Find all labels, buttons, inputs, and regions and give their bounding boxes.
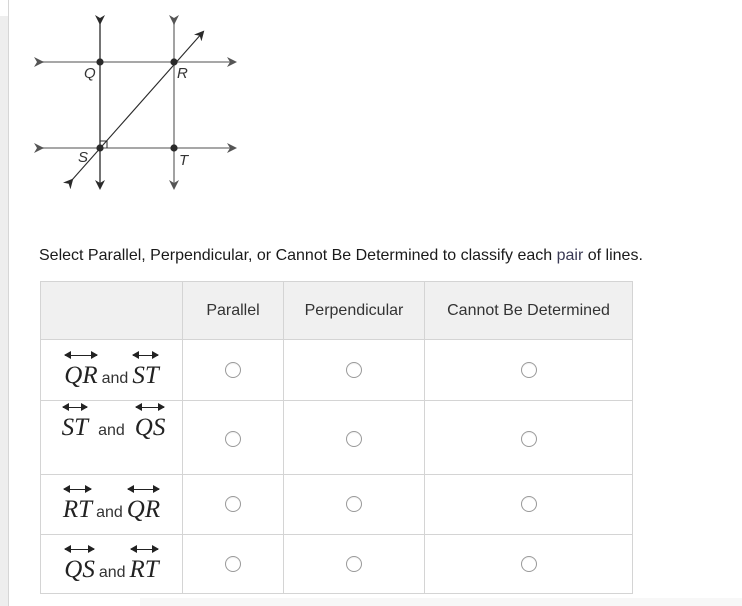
arrow-left-icon	[129, 544, 137, 553]
line-pair-label: RT and QR	[40, 474, 183, 535]
radio-perpendicular[interactable]	[346, 555, 362, 572]
radio-parallel[interactable]	[225, 496, 241, 513]
cell-cannot-be-determined	[424, 474, 633, 535]
column-header-parallel: Parallel	[182, 281, 284, 340]
line-pair-label: ST and QS	[40, 400, 183, 475]
cell-parallel	[182, 474, 284, 535]
arrow-right-icon	[90, 350, 98, 359]
cell-perpendicular	[283, 474, 425, 535]
connector-text: and	[96, 504, 123, 521]
label-q: Q	[84, 65, 96, 82]
arrow-left-icon	[126, 485, 134, 493]
arrow-right-icon	[151, 350, 159, 359]
line-pair-label: QR and ST	[40, 339, 183, 401]
radio-cannot-be-determined[interactable]	[520, 496, 537, 513]
line-name: QS	[64, 555, 95, 583]
question-prompt: Select Parallel, Perpendicular, or Canno…	[39, 247, 643, 265]
cell-perpendicular	[283, 339, 425, 401]
prompt-text-end: of lines.	[583, 247, 643, 264]
line-symbol: QS	[134, 403, 166, 441]
table-row: ST and QS	[40, 400, 633, 475]
arrow-right-icon	[153, 485, 161, 493]
left-gutter-top	[0, 0, 8, 16]
radio-cannot-be-determined[interactable]	[520, 361, 537, 378]
point-q	[96, 58, 104, 66]
point-t	[170, 144, 178, 152]
point-s	[96, 144, 104, 152]
line-name: QR	[126, 496, 161, 523]
cell-parallel	[182, 534, 284, 594]
cell-cannot-be-determined	[424, 339, 633, 401]
cell-cannot-be-determined	[424, 400, 633, 475]
arrow-left-icon	[64, 350, 72, 359]
line-symbol: QS	[64, 544, 95, 583]
radio-perpendicular[interactable]	[346, 430, 362, 447]
connector-text: and	[101, 369, 129, 387]
label-t: T	[179, 152, 190, 169]
arrow-left-icon	[62, 485, 70, 493]
arrow-left-icon	[132, 350, 140, 359]
classification-table: Parallel Perpendicular Cannot Be Determi…	[40, 281, 633, 594]
line-name: RT	[62, 496, 93, 523]
table-header-row: Parallel Perpendicular Cannot Be Determi…	[40, 281, 633, 340]
bottom-shade	[140, 598, 742, 606]
column-header-cannot-be-determined: Cannot Be Determined	[424, 281, 633, 340]
cell-perpendicular	[283, 400, 425, 475]
arrow-left-icon	[61, 403, 69, 411]
arrow-left-icon	[134, 403, 142, 411]
column-header-blank	[40, 281, 183, 340]
label-s: S	[78, 149, 88, 166]
line-name: ST	[132, 361, 159, 389]
radio-parallel[interactable]	[225, 361, 241, 378]
line-pair-label: QS and RT	[40, 534, 183, 594]
prompt-text: Select Parallel, Perpendicular, or Canno…	[39, 247, 557, 264]
arrow-right-icon	[158, 403, 166, 411]
radio-parallel[interactable]	[225, 555, 241, 572]
line-symbol: QR	[126, 485, 161, 523]
radio-perpendicular[interactable]	[346, 361, 362, 378]
radio-cannot-be-determined[interactable]	[520, 555, 537, 572]
connector-text: and	[98, 563, 126, 581]
connector-text: and	[98, 422, 125, 439]
arrow-right-icon	[87, 544, 95, 553]
line-symbol: QR	[64, 350, 98, 389]
radio-cannot-be-determined[interactable]	[520, 430, 537, 447]
line-name: ST	[61, 414, 89, 441]
table-row: QR and ST	[40, 339, 633, 401]
line-symbol: RT	[129, 544, 159, 583]
arrow-left-icon	[64, 544, 72, 553]
left-gutter	[0, 0, 9, 606]
line-symbol: ST	[132, 350, 159, 389]
prompt-highlight: pair	[556, 247, 584, 264]
cell-perpendicular	[283, 534, 425, 594]
table-row: RT and QR	[40, 474, 633, 535]
column-header-perpendicular: Perpendicular	[283, 281, 425, 340]
cell-cannot-be-determined	[424, 534, 633, 594]
label-r: R	[177, 65, 188, 82]
line-name: RT	[129, 555, 159, 583]
line-name: QR	[64, 361, 98, 389]
cell-parallel	[182, 400, 284, 475]
radio-perpendicular[interactable]	[346, 496, 362, 513]
arrow-right-icon	[151, 544, 159, 553]
line-symbol: ST	[61, 403, 89, 441]
arrow-right-icon	[85, 485, 93, 493]
line-name: QS	[134, 414, 166, 441]
radio-parallel[interactable]	[225, 430, 241, 447]
arrow-right-icon	[81, 403, 89, 411]
table-row: QS and RT	[40, 534, 633, 594]
line-symbol: RT	[62, 485, 93, 523]
geometry-figure: Q R S T	[34, 15, 237, 190]
cell-parallel	[182, 339, 284, 401]
